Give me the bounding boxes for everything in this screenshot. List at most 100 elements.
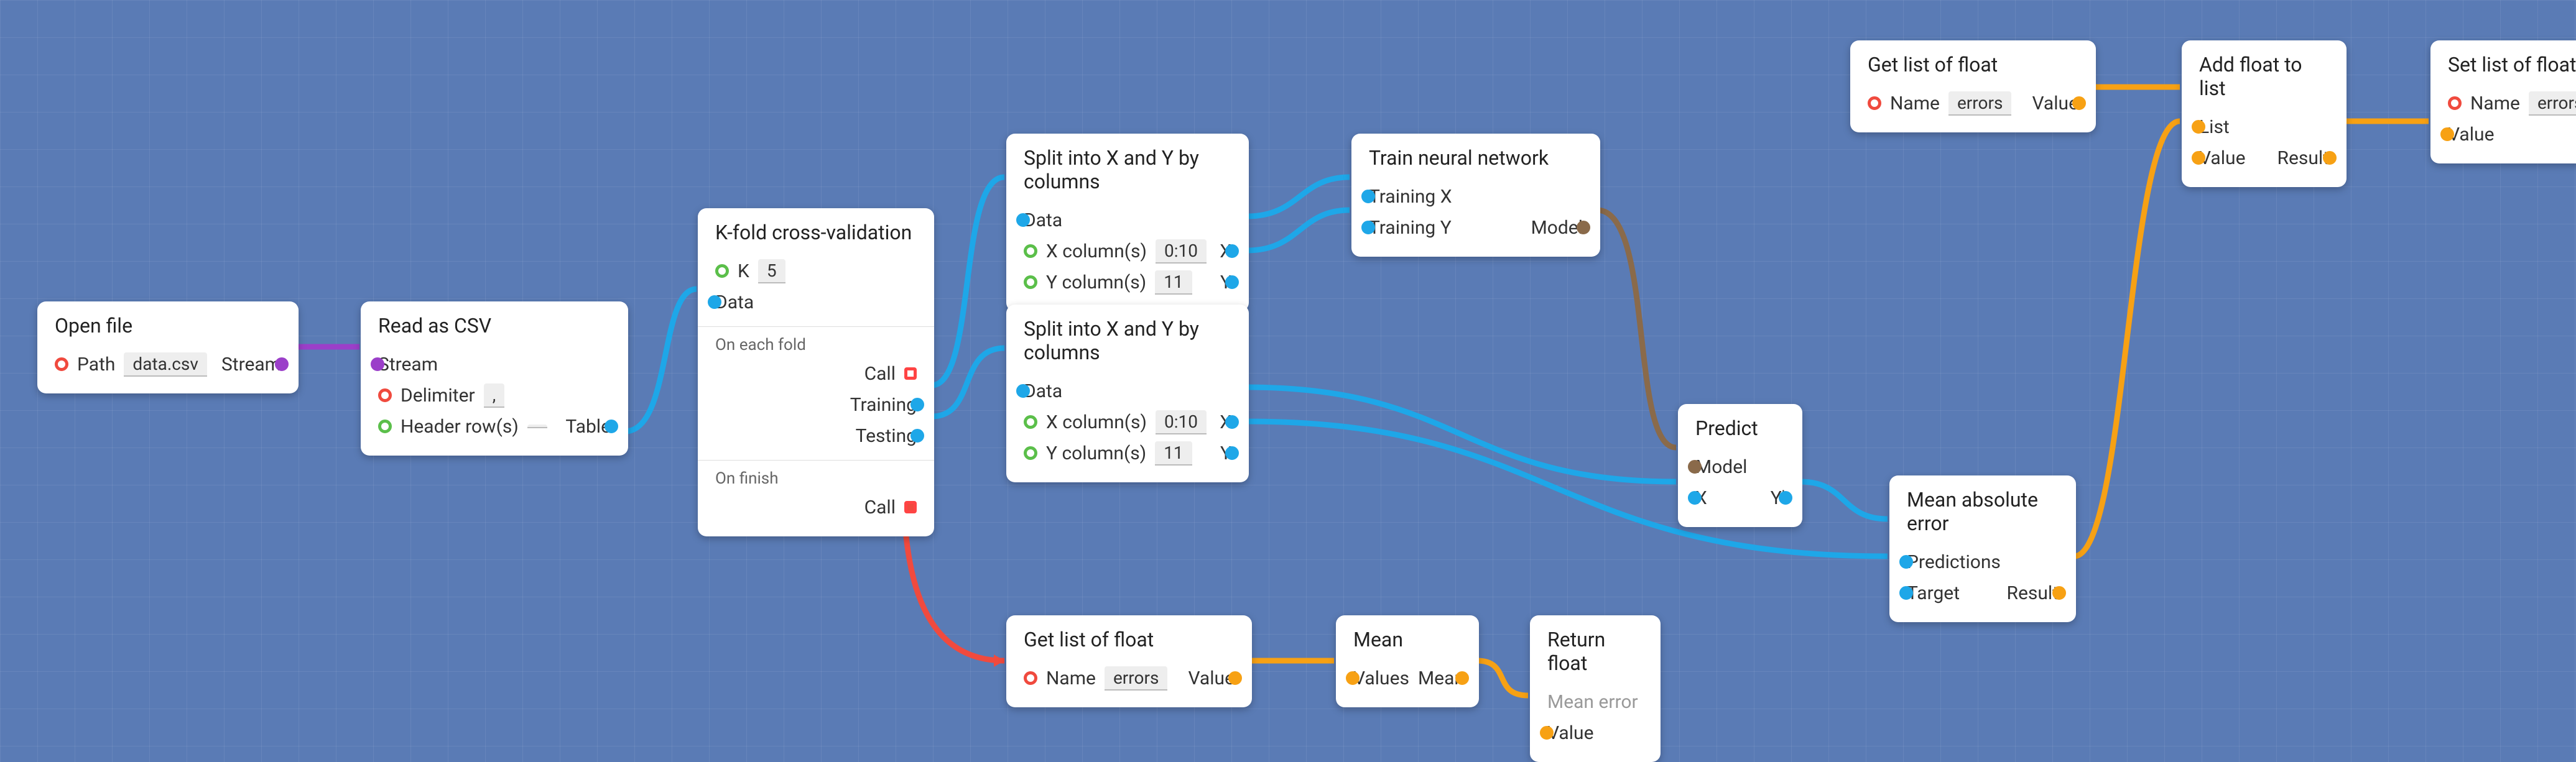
port-data-in[interactable]	[708, 295, 721, 309]
port-x-in[interactable]	[1688, 491, 1702, 505]
name-label: Name	[1046, 668, 1096, 689]
node-title: Split into X and Y by columns	[1024, 146, 1231, 193]
port-list-in[interactable]	[2192, 120, 2205, 134]
name-value[interactable]: errors	[1105, 666, 1167, 691]
k-value[interactable]: 5	[758, 259, 785, 283]
node-read-csv[interactable]: Read as CSV Stream Delimiter , Header ro…	[361, 301, 628, 456]
node-return[interactable]: Return float Mean error Value	[1530, 615, 1661, 762]
xcol-value[interactable]: 0:10	[1156, 410, 1207, 434]
port-stream-out[interactable]	[275, 357, 289, 371]
node-kfold[interactable]: K-fold cross-validation K 5 Data On each…	[698, 208, 934, 536]
port-delimiter-icon	[378, 388, 392, 402]
stream-label: Stream	[221, 354, 281, 375]
xcol-label: X column(s)	[1046, 241, 1147, 262]
ycol-value[interactable]: 11	[1155, 270, 1192, 295]
node-mean[interactable]: Mean Values Mean	[1336, 615, 1479, 707]
port-y-out[interactable]	[1779, 491, 1792, 505]
stream-label: Stream	[378, 354, 438, 375]
values-label: Values	[1353, 668, 1409, 689]
node-title: Mean	[1353, 628, 1462, 651]
node-title: Train neural network	[1369, 146, 1583, 170]
port-name-icon	[1024, 671, 1037, 685]
header-value[interactable]	[527, 425, 547, 428]
port-result-out[interactable]	[2052, 586, 2066, 600]
port-data-in[interactable]	[1016, 213, 1030, 227]
port-call-each[interactable]	[904, 367, 917, 380]
node-title: K-fold cross-validation	[715, 221, 917, 244]
node-mae[interactable]: Mean absolute error Predictions Target R…	[1889, 475, 2076, 622]
port-ycol-icon	[1024, 275, 1037, 289]
result-label: Result	[2277, 147, 2329, 169]
return-hint: Mean error	[1547, 691, 1638, 713]
name-value[interactable]: errors	[2529, 91, 2576, 116]
value-label: Value	[1547, 722, 1594, 744]
node-get-errors[interactable]: Get list of float Name errors Value	[1850, 40, 2096, 132]
port-header-icon	[378, 420, 392, 433]
port-model-in[interactable]	[1688, 460, 1702, 474]
value-label: Value	[1188, 668, 1235, 689]
port-trainx-in[interactable]	[1361, 190, 1375, 203]
name-label: Name	[2470, 93, 2520, 114]
node-split-1[interactable]: Split into X and Y by columns Data X col…	[1006, 134, 1249, 311]
k-label: K	[738, 260, 749, 282]
section-each-fold: On each fold	[715, 336, 917, 354]
node-get-errors-2[interactable]: Get list of float Name errors Value	[1006, 615, 1252, 707]
port-value-out[interactable]	[1228, 671, 1242, 685]
port-name-icon	[1868, 96, 1881, 110]
port-table-out[interactable]	[605, 420, 618, 433]
node-title: Return float	[1547, 628, 1643, 675]
node-set-errors[interactable]: Set list of float Name errors Value	[2430, 40, 2576, 163]
value-label: Value	[2448, 124, 2495, 145]
target-label: Target	[1907, 582, 1960, 604]
port-model-out[interactable]	[1577, 221, 1590, 234]
divider	[698, 326, 934, 327]
port-x-out[interactable]	[1225, 415, 1239, 429]
result-label: Result	[2006, 582, 2059, 604]
node-split-2[interactable]: Split into X and Y by columns Data X col…	[1006, 305, 1249, 482]
port-result-out[interactable]	[2323, 151, 2337, 165]
ycol-value[interactable]: 11	[1155, 441, 1192, 466]
node-train[interactable]: Train neural network Training X Training…	[1351, 134, 1600, 257]
delimiter-value[interactable]: ,	[484, 383, 505, 408]
port-value-out[interactable]	[2072, 96, 2086, 110]
value-label: Value	[2032, 93, 2079, 114]
node-title: Add float to list	[2199, 53, 2329, 100]
node-title: Set list of float	[2448, 53, 2576, 76]
node-title: Predict	[1695, 416, 1785, 440]
port-y-out[interactable]	[1225, 275, 1239, 289]
port-value-in[interactable]	[2192, 151, 2205, 165]
port-x-out[interactable]	[1225, 244, 1239, 258]
port-xcol-icon	[1024, 244, 1037, 258]
port-y-out[interactable]	[1225, 446, 1239, 460]
path-value[interactable]: data.csv	[124, 352, 206, 377]
port-value-in[interactable]	[2440, 127, 2454, 141]
xcol-value[interactable]: 0:10	[1156, 239, 1207, 264]
trainy-label: Training Y	[1369, 217, 1452, 239]
node-add-float[interactable]: Add float to list List Value Result	[2182, 40, 2347, 187]
port-k-icon	[715, 264, 729, 278]
call-label-finish: Call	[864, 497, 896, 518]
call-label: Call	[864, 363, 896, 385]
port-training-out[interactable]	[910, 398, 924, 411]
port-stream-in[interactable]	[371, 357, 384, 371]
port-values-in[interactable]	[1346, 671, 1360, 685]
name-value[interactable]: errors	[1948, 91, 2011, 116]
port-trainy-in[interactable]	[1361, 221, 1375, 234]
ycol-label: Y column(s)	[1046, 443, 1146, 464]
port-target-in[interactable]	[1899, 586, 1913, 600]
node-title: Read as CSV	[378, 314, 611, 337]
ycol-label: Y column(s)	[1046, 272, 1146, 293]
port-call-finish[interactable]	[904, 501, 917, 513]
port-xcol-icon	[1024, 415, 1037, 429]
node-open-file[interactable]: Open file Path data.csv Stream	[37, 301, 299, 393]
model-label: Model	[1531, 217, 1583, 239]
divider	[698, 460, 934, 461]
port-pred-in[interactable]	[1899, 555, 1913, 569]
node-predict[interactable]: Predict Model X Y'	[1678, 404, 1802, 527]
port-testing-out[interactable]	[910, 429, 924, 443]
node-title: Get list of float	[1868, 53, 2078, 76]
port-value-in[interactable]	[1540, 726, 1554, 740]
port-data-in[interactable]	[1016, 384, 1030, 398]
port-mean-out[interactable]	[1455, 671, 1469, 685]
port-path-icon	[55, 357, 68, 371]
